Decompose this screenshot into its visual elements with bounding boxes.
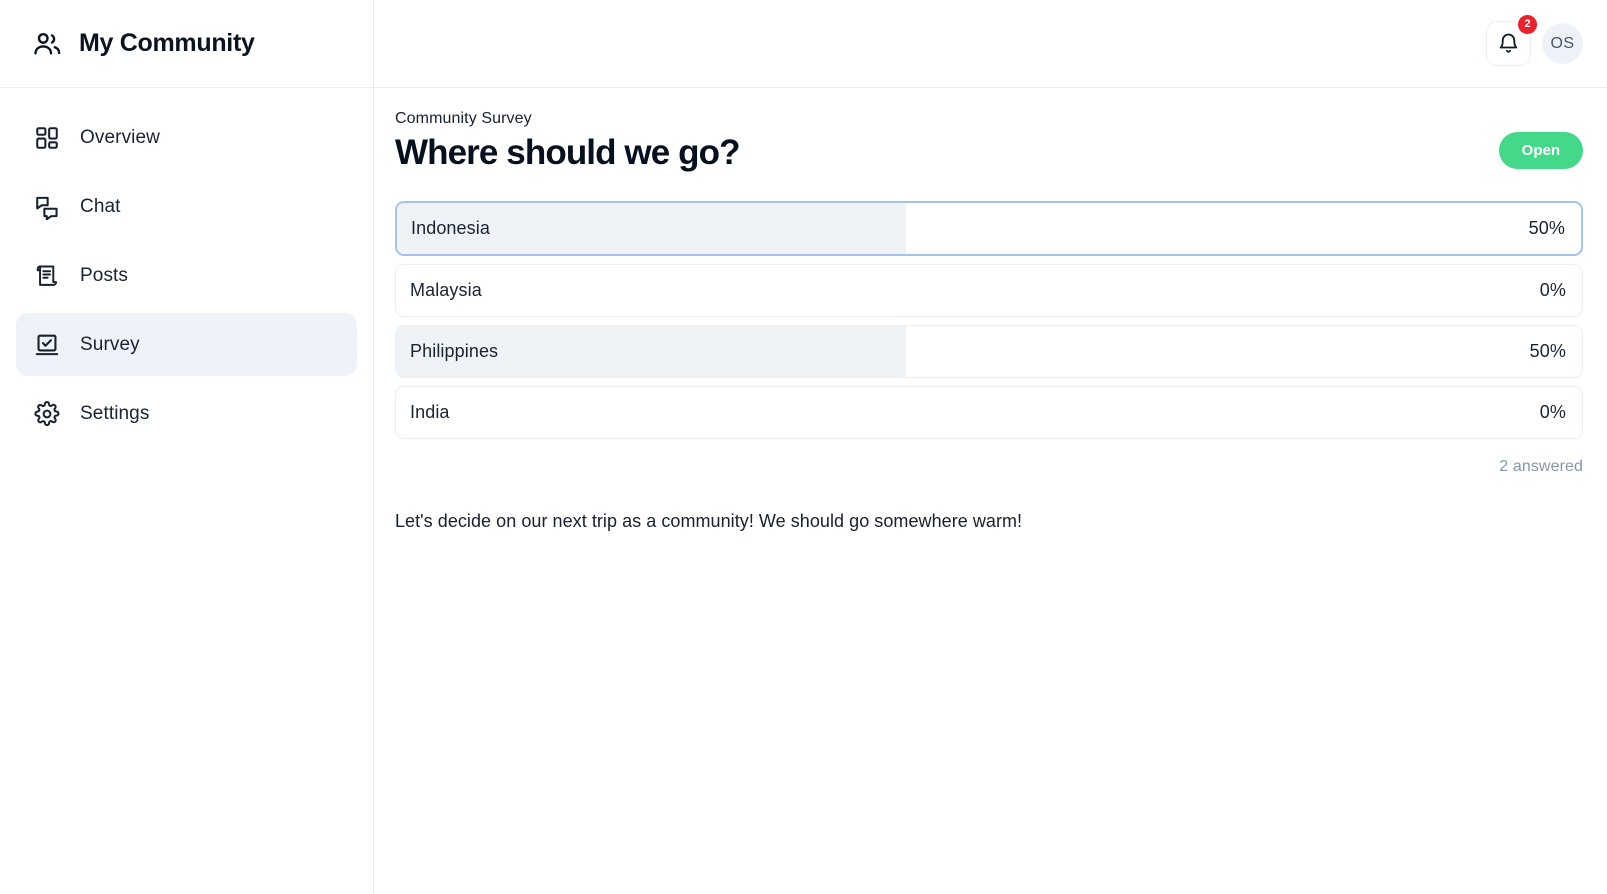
page-title: Where should we go? [395,133,740,172]
sidebar-item-chat[interactable]: Chat [16,175,357,238]
answered-count: 2 answered [1499,458,1583,475]
users-icon [32,29,62,59]
gear-icon [34,400,60,427]
survey-content: Community Survey Where should we go? Ope… [374,88,1607,894]
poll-option-percent: 50% [1529,341,1566,361]
sidebar: My Community Overview Chat Posts Survey … [0,0,374,894]
poll-option-row[interactable]: Philippines 50% [395,325,1583,378]
poll-options: Indonesia 50% Malaysia 0% Philippines 50… [395,201,1583,439]
avatar[interactable]: OS [1542,23,1583,64]
sidebar-item-settings[interactable]: Settings [16,382,357,445]
poll-option-label: Malaysia [410,280,482,300]
sidebar-item-label: Chat [80,195,121,217]
grid-icon [34,125,60,151]
brand-header: My Community [0,0,373,88]
poll-option-percent: 0% [1539,402,1566,422]
sidebar-item-posts[interactable]: Posts [16,244,357,307]
poll-option-row[interactable]: Malaysia 0% [395,264,1583,317]
sidebar-nav: Overview Chat Posts Survey Settings [0,88,373,445]
topbar: 2 OS [374,0,1607,88]
app-root: My Community Overview Chat Posts Survey … [0,0,1607,894]
chat-bubbles-icon [34,194,60,220]
main-panel: 2 OS Community Survey Where should we go… [374,0,1607,894]
poll-option-row[interactable]: India 0% [395,386,1583,439]
poll-option-label: Indonesia [411,218,490,238]
poll-option-label: Philippines [410,341,499,361]
notifications-button[interactable]: 2 [1486,15,1537,66]
sidebar-item-overview[interactable]: Overview [16,106,357,169]
poll-option-percent: 0% [1539,280,1566,300]
survey-description: Let's decide on our next trip as a commu… [395,511,1023,531]
sidebar-item-label: Settings [80,402,150,424]
scroll-document-icon [34,263,60,289]
poll-option-percent: 50% [1528,218,1565,238]
sidebar-item-label: Overview [80,126,160,148]
bell-icon [1497,32,1520,55]
brand-title: My Community [79,29,255,57]
sidebar-item-survey[interactable]: Survey [16,313,357,376]
poll-option-row[interactable]: Indonesia 50% [395,201,1583,256]
survey-header: Community Survey Where should we go? Ope… [395,110,1583,189]
survey-eyebrow: Community Survey [395,110,532,127]
sidebar-item-label: Posts [80,264,129,286]
ballot-check-icon [34,332,60,358]
notification-badge: 2 [1518,15,1537,34]
poll-option-label: India [410,402,450,422]
sidebar-item-label: Survey [80,333,140,355]
status-badge[interactable]: Open [1498,132,1583,169]
